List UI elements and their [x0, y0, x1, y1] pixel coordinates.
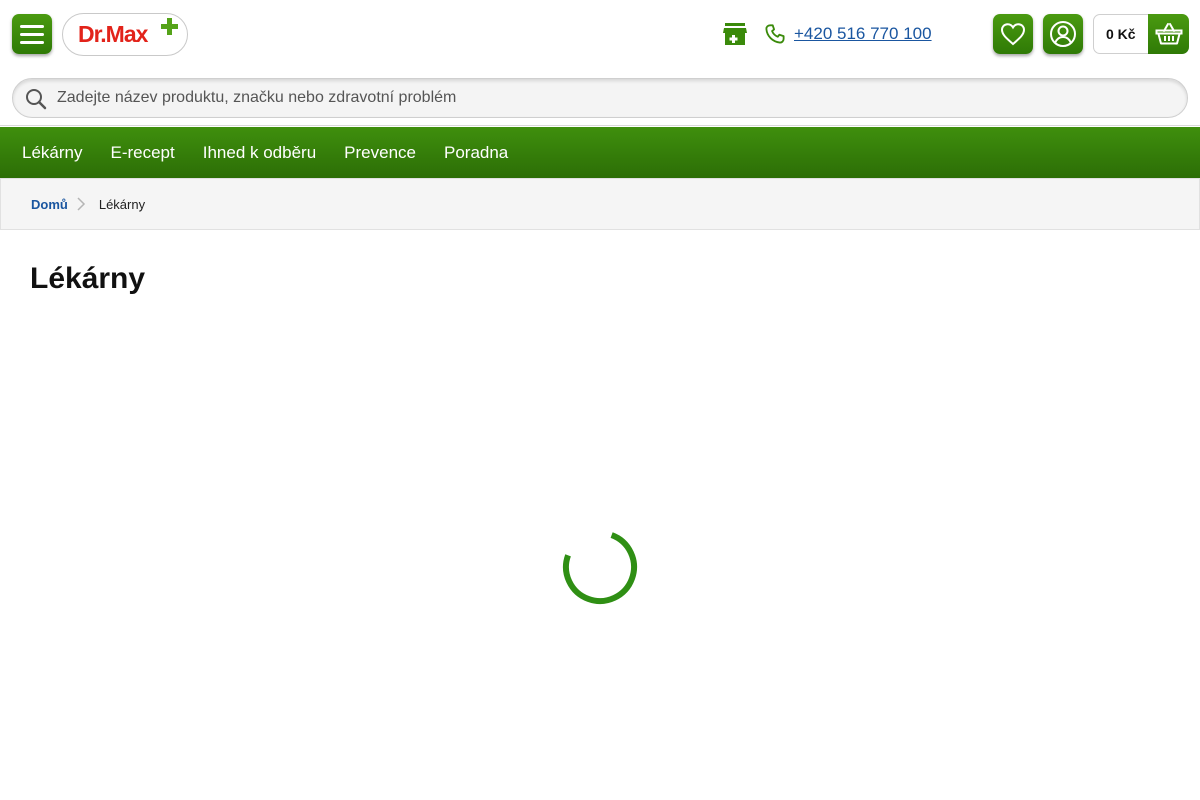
phone-icon [765, 24, 785, 44]
menu-button[interactable] [12, 14, 52, 54]
breadcrumb-current: Lékárny [98, 196, 146, 212]
breadcrumb-home[interactable]: Domů [31, 197, 68, 212]
user-icon [1050, 21, 1076, 47]
plus-icon [161, 18, 178, 35]
heart-icon [1000, 23, 1026, 46]
chevron-right-icon [77, 197, 85, 211]
nav-item-ihned-k-odberu[interactable]: Ihned k odběru [203, 143, 316, 163]
site-header: Dr.Max +420 516 770 100 0 Kč [0, 0, 1200, 126]
nav-item-prevence[interactable]: Prevence [344, 143, 416, 163]
search-icon[interactable] [25, 88, 47, 110]
cart-icon-button[interactable] [1148, 14, 1189, 54]
nav-item-e-recept[interactable]: E-recept [110, 143, 174, 163]
store-icon[interactable] [722, 21, 748, 47]
search-bar [12, 78, 1188, 118]
nav-item-poradna[interactable]: Poradna [444, 143, 508, 163]
breadcrumb: Domů Lékárny [0, 178, 1200, 230]
page-title: Lékárny [30, 262, 146, 295]
wishlist-button[interactable] [993, 14, 1033, 54]
cart-price: 0 Kč [1106, 26, 1136, 42]
logo[interactable]: Dr.Max [62, 13, 188, 56]
search-input[interactable] [57, 85, 1167, 111]
logo-text: Dr.Max [78, 21, 148, 47]
phone-link[interactable]: +420 516 770 100 [794, 24, 932, 44]
nav-item-lekarny[interactable]: Lékárny [22, 143, 82, 163]
cart-button[interactable]: 0 Kč [1093, 14, 1189, 54]
spinner-icon [563, 530, 637, 604]
main-navigation: Lékárny E-recept Ihned k odběru Prevence… [0, 127, 1200, 178]
account-button[interactable] [1043, 14, 1083, 54]
menu-icon [20, 24, 44, 28]
basket-icon [1155, 23, 1182, 45]
